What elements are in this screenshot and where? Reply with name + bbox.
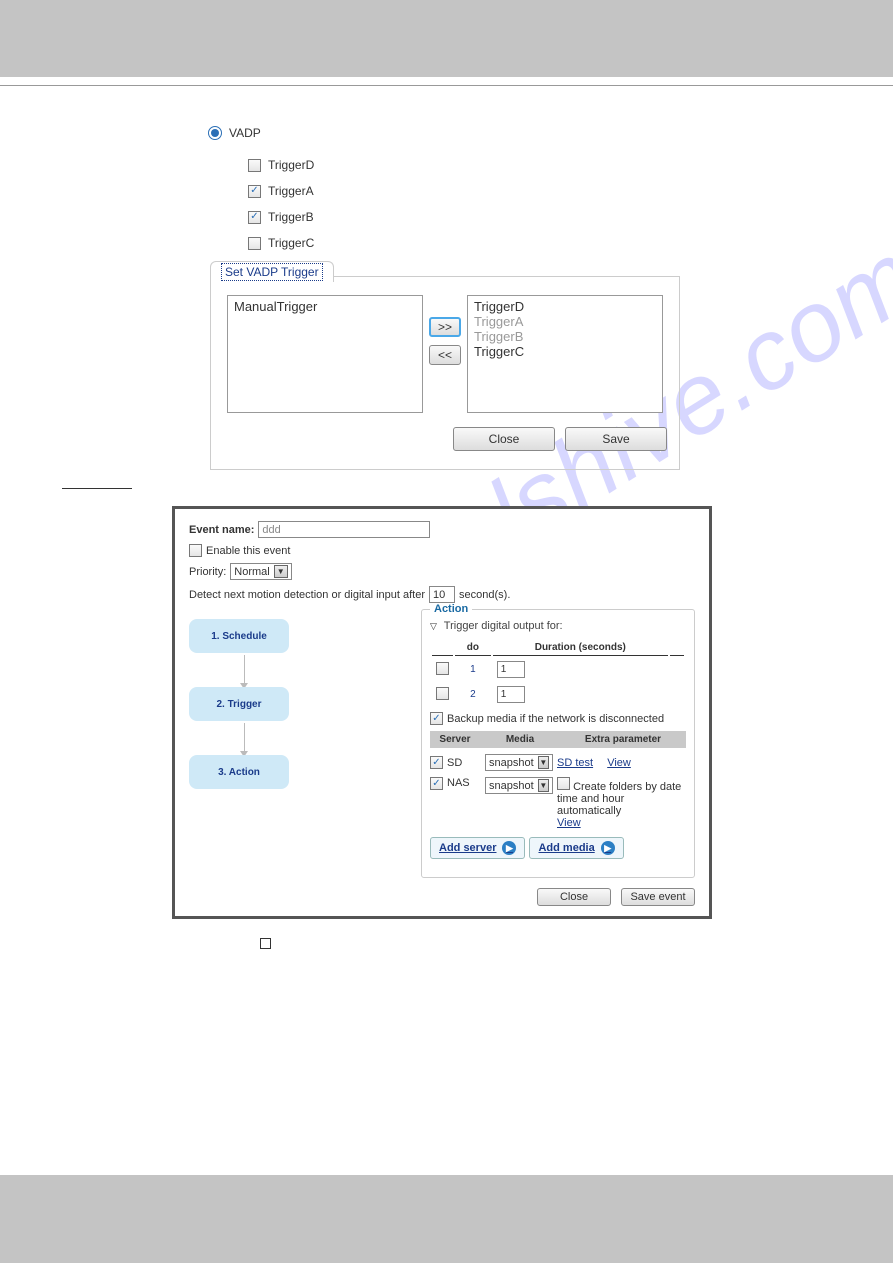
server-name: SD — [447, 757, 481, 769]
list-item[interactable]: TriggerC — [474, 344, 656, 359]
media-row: NAS snapshot ▼ Create folders by date ti… — [430, 777, 686, 829]
media-value: snapshot — [489, 780, 534, 792]
vadp-panel: Set VADP Trigger ManualTrigger >> << Tri… — [210, 276, 680, 470]
table-row: 2 1 — [432, 683, 684, 706]
body-text — [62, 482, 452, 494]
checkbox-placeholder-icon — [260, 938, 271, 949]
digital-output-label: Trigger digital output for: — [444, 620, 563, 632]
checkbox-icon[interactable] — [430, 777, 443, 790]
media-header: Media — [480, 731, 560, 748]
server-name: NAS — [447, 777, 481, 789]
step-schedule[interactable]: 1. Schedule — [189, 619, 289, 653]
trigger-row[interactable]: TriggerD — [248, 158, 688, 172]
chevron-down-icon: ▼ — [538, 756, 549, 769]
collapse-icon[interactable]: ▽ — [430, 621, 437, 632]
list-item[interactable]: TriggerD — [474, 299, 656, 314]
checkbox-icon[interactable] — [557, 777, 570, 790]
checkbox-icon[interactable] — [248, 211, 261, 224]
priority-select[interactable]: Normal ▼ — [230, 563, 291, 580]
detect-text-post: second(s). — [459, 589, 510, 601]
vadp-label: VADP — [229, 126, 261, 140]
chevron-down-icon: ▼ — [274, 565, 288, 578]
list-item[interactable]: ManualTrigger — [234, 299, 416, 314]
chevron-down-icon: ▼ — [538, 779, 549, 792]
do-id: 2 — [455, 683, 491, 706]
selected-list[interactable]: TriggerD TriggerA TriggerB TriggerC — [467, 295, 663, 413]
vadp-radio-row[interactable]: VADP — [208, 126, 688, 140]
media-header-row: Server Media Extra parameter — [430, 731, 686, 748]
close-button[interactable]: Close — [537, 888, 611, 906]
priority-value: Normal — [234, 566, 269, 578]
media-value: snapshot — [489, 757, 534, 769]
plus-circle-icon: ▶ — [601, 841, 615, 855]
detect-interval-input[interactable]: 10 — [429, 586, 455, 603]
available-list[interactable]: ManualTrigger — [227, 295, 423, 413]
event-panel: Event name: ddd Enable this event Priori… — [172, 506, 712, 919]
server-header: Server — [430, 731, 480, 748]
add-media-label: Add media — [538, 842, 594, 854]
trigger-row[interactable]: TriggerC — [248, 236, 688, 250]
trigger-row[interactable]: TriggerB — [248, 210, 688, 224]
steps-sidebar: 1. Schedule 2. Trigger 3. Action — [189, 609, 299, 878]
sd-test-link[interactable]: SD test — [557, 757, 593, 769]
checkbox-icon[interactable] — [436, 662, 449, 675]
save-button[interactable]: Save — [565, 427, 667, 451]
action-legend: Action — [430, 603, 472, 615]
list-item: TriggerB — [474, 329, 656, 344]
checkbox-icon[interactable] — [436, 687, 449, 700]
step-action[interactable]: 3. Action — [189, 755, 289, 789]
view-link[interactable]: View — [557, 817, 581, 829]
table-row: 1 1 — [432, 658, 684, 681]
checkbox-icon[interactable] — [248, 185, 261, 198]
trigger-label: TriggerD — [268, 158, 314, 172]
trigger-row[interactable]: TriggerA — [248, 184, 688, 198]
detect-text-pre: Detect next motion detection or digital … — [189, 589, 425, 601]
add-media-button[interactable]: Add media ▶ — [529, 837, 623, 859]
arrow-down-icon — [244, 655, 245, 685]
step-trigger[interactable]: 2. Trigger — [189, 687, 289, 721]
extra-header: Extra parameter — [560, 731, 686, 748]
priority-label: Priority: — [189, 566, 226, 578]
checkbox-icon[interactable] — [189, 544, 202, 557]
add-server-label: Add server — [439, 842, 496, 854]
add-server-button[interactable]: Add server ▶ — [430, 837, 525, 859]
checkbox-icon[interactable] — [248, 159, 261, 172]
plus-circle-icon: ▶ — [502, 841, 516, 855]
do-header: do — [455, 640, 491, 656]
action-fieldset: Action ▽ Trigger digital output for: do … — [421, 609, 695, 878]
footer-bar — [0, 1175, 893, 1263]
event-name-label: Event name: — [189, 524, 254, 536]
duration-header: Duration (seconds) — [493, 640, 668, 656]
add-button[interactable]: >> — [429, 317, 461, 337]
backup-label: Backup media if the network is disconnec… — [447, 713, 664, 725]
trigger-label: TriggerA — [268, 184, 314, 198]
list-item: TriggerA — [474, 314, 656, 329]
trigger-label: TriggerB — [268, 210, 314, 224]
create-folders-label: Create folders by date time and hour aut… — [557, 781, 681, 817]
close-button[interactable]: Close — [453, 427, 555, 451]
enable-event-label: Enable this event — [206, 545, 290, 557]
vadp-tab-label: Set VADP Trigger — [221, 263, 323, 281]
do-id: 1 — [455, 658, 491, 681]
arrow-down-icon — [244, 723, 245, 753]
radio-icon — [208, 126, 222, 140]
header-bar — [0, 0, 893, 77]
body-text — [60, 935, 833, 952]
event-name-input[interactable]: ddd — [258, 521, 430, 538]
duration-input[interactable]: 1 — [497, 661, 525, 678]
checkbox-icon[interactable] — [430, 756, 443, 769]
save-event-button[interactable]: Save event — [621, 888, 695, 906]
media-select[interactable]: snapshot ▼ — [485, 754, 553, 771]
checkbox-icon[interactable] — [248, 237, 261, 250]
view-link[interactable]: View — [607, 757, 631, 769]
media-select[interactable]: snapshot ▼ — [485, 777, 553, 794]
duration-input[interactable]: 1 — [497, 686, 525, 703]
vadp-tab[interactable]: Set VADP Trigger — [210, 261, 334, 282]
remove-button[interactable]: << — [429, 345, 461, 365]
checkbox-icon[interactable] — [430, 712, 443, 725]
trigger-label: TriggerC — [268, 236, 314, 250]
media-row: SD snapshot ▼ SD test View — [430, 754, 686, 771]
